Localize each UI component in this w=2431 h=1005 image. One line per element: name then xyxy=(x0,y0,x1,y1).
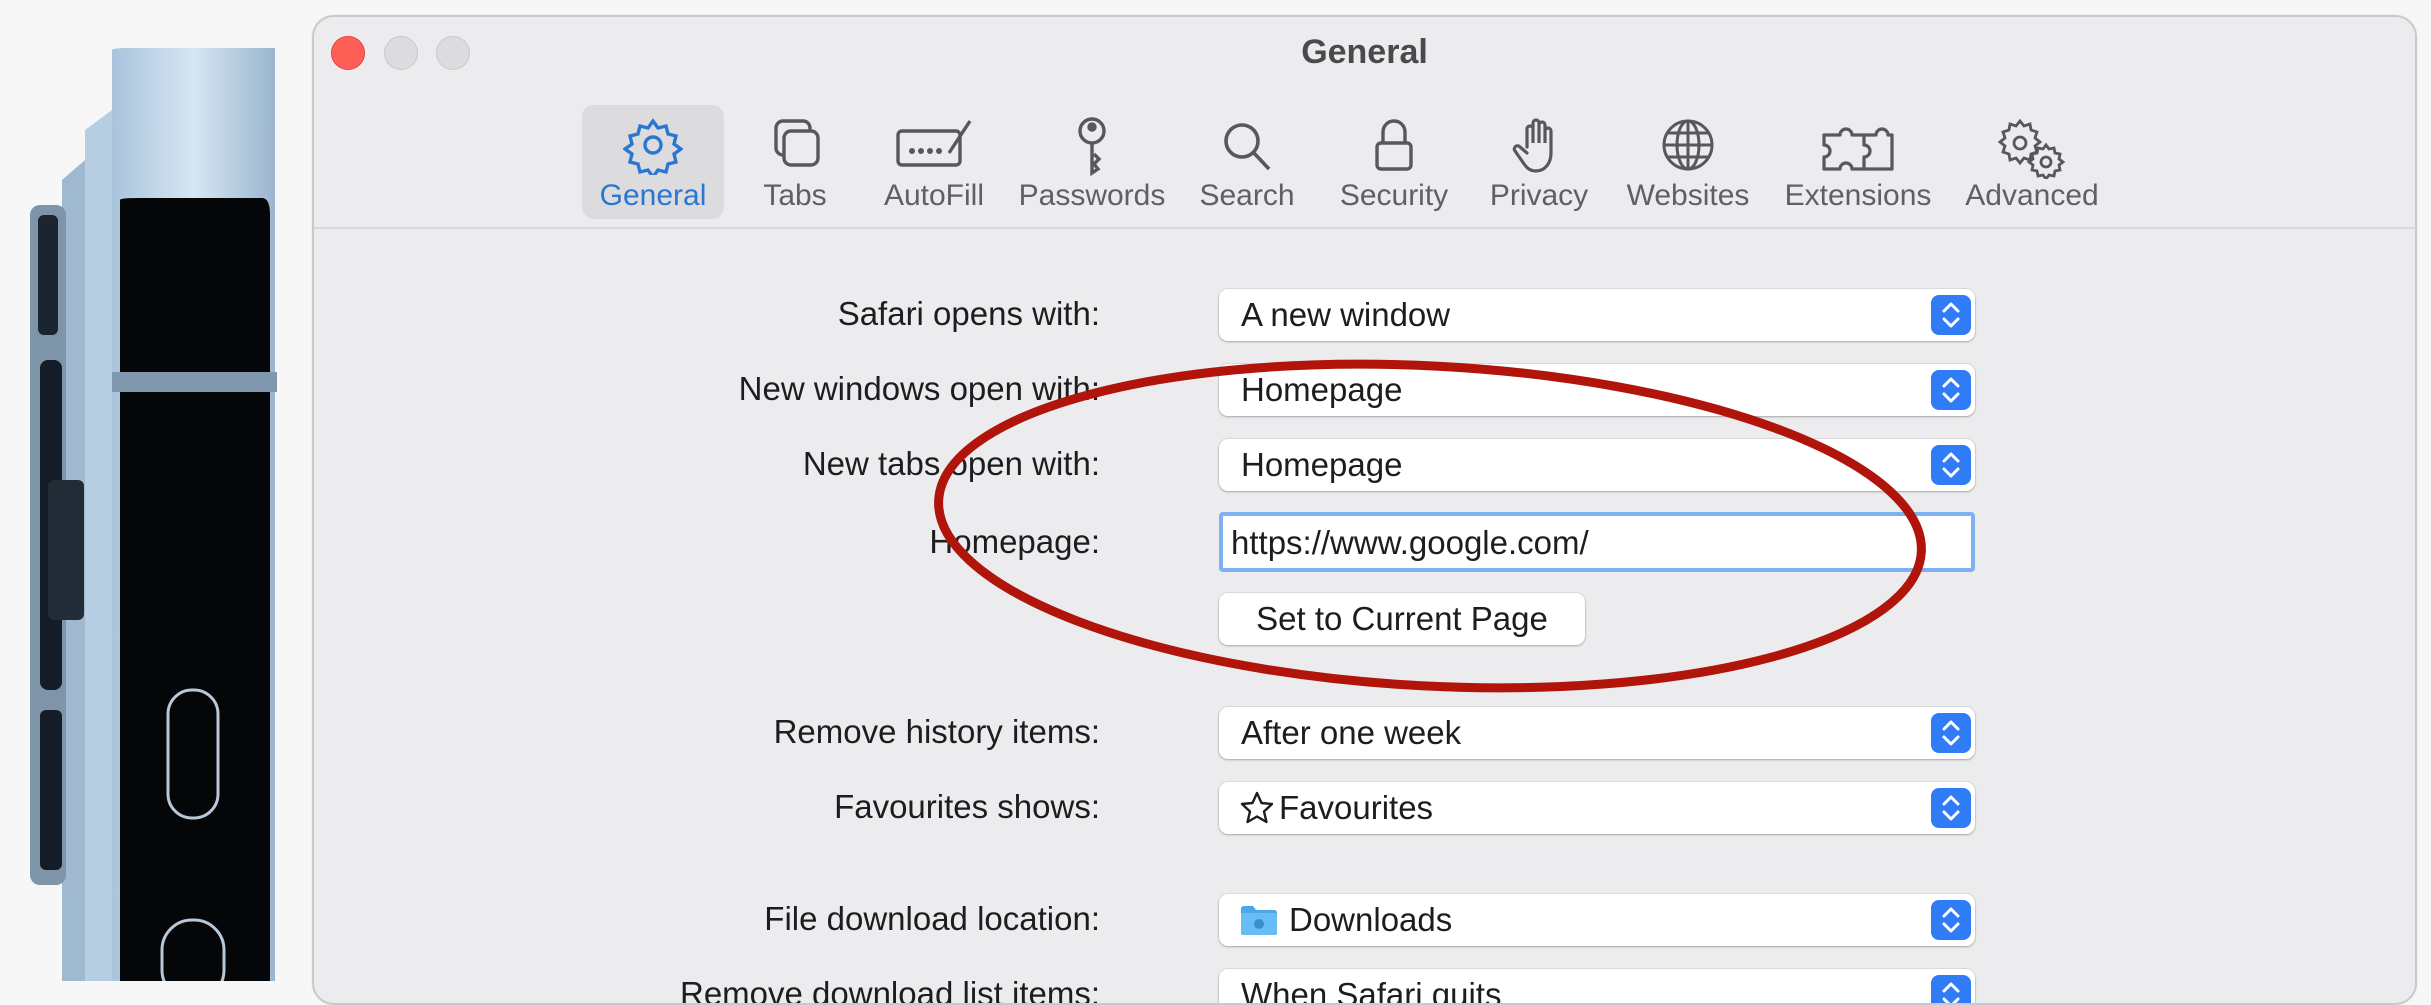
gears-icon xyxy=(1950,115,2114,181)
lock-icon xyxy=(1324,115,1464,181)
set-to-current-page-button[interactable]: Set to Current Page xyxy=(1219,593,1585,645)
tab-security[interactable]: Security xyxy=(1324,105,1464,219)
preferences-toolbar: General Tabs AutoFill Passwords Search S… xyxy=(314,89,2415,219)
remove-history-items-label: Remove history items: xyxy=(773,713,1100,750)
popup-stepper-icon xyxy=(1931,295,1971,335)
window-title: General xyxy=(1301,33,1428,71)
popup-stepper-icon xyxy=(1931,445,1971,485)
new-windows-open-with-popup[interactable]: Homepage xyxy=(1219,364,1975,416)
globe-icon xyxy=(1614,115,1762,181)
folder-icon xyxy=(1239,903,1279,945)
popup-stepper-icon xyxy=(1931,370,1971,410)
tab-label: Privacy xyxy=(1489,179,1589,212)
tab-search[interactable]: Search xyxy=(1184,105,1310,219)
tab-websites[interactable]: Websites xyxy=(1614,105,1762,219)
tab-label: Websites xyxy=(1626,179,1750,212)
general-settings-pane: Safari opens with: A new window New wind… xyxy=(314,229,2415,1005)
popup-stepper-icon xyxy=(1931,713,1971,753)
tab-label: General xyxy=(599,179,707,212)
tab-advanced[interactable]: Advanced xyxy=(1950,105,2114,219)
popup-value: Favourites xyxy=(1279,789,1434,826)
tab-label: Search xyxy=(1199,179,1295,212)
popup-stepper-icon xyxy=(1931,900,1971,940)
popup-value: After one week xyxy=(1241,714,1462,751)
star-icon xyxy=(1239,790,1275,834)
puzzle-icon xyxy=(1776,115,1940,181)
tab-label: Advanced xyxy=(1965,179,2099,212)
safari-opens-with-popup[interactable]: A new window xyxy=(1219,289,1975,341)
gear-icon xyxy=(582,115,724,181)
favourites-shows-label: Favourites shows: xyxy=(834,788,1100,825)
autofill-icon xyxy=(872,115,996,181)
hand-icon xyxy=(1476,115,1602,181)
remove-download-list-items-popup[interactable]: When Safari quits xyxy=(1219,969,1975,1005)
popup-stepper-icon xyxy=(1931,788,1971,828)
popup-value: Homepage xyxy=(1241,371,1403,408)
new-tabs-open-with-label: New tabs open with: xyxy=(802,445,1100,482)
popup-stepper-icon xyxy=(1931,975,1971,1003)
tabs-icon xyxy=(734,115,856,181)
iphone-side-illustration xyxy=(0,0,300,981)
tab-label: Security xyxy=(1339,179,1449,212)
popup-value: Homepage xyxy=(1241,446,1403,483)
tab-extensions[interactable]: Extensions xyxy=(1776,105,1940,219)
tab-label: Tabs xyxy=(763,179,827,212)
tab-general[interactable]: General xyxy=(582,105,724,219)
safari-preferences-window: General General Tabs AutoFill Passwords … xyxy=(312,15,2417,1005)
safari-opens-with-label: Safari opens with: xyxy=(837,295,1100,332)
tab-tabs[interactable]: Tabs xyxy=(734,105,856,219)
remove-history-items-popup[interactable]: After one week xyxy=(1219,707,1975,759)
tab-label: Passwords xyxy=(1018,179,1166,212)
new-tabs-open-with-popup[interactable]: Homepage xyxy=(1219,439,1975,491)
popup-value: Downloads xyxy=(1289,901,1453,938)
homepage-field[interactable]: https://www.google.com/ xyxy=(1219,512,1975,572)
file-download-location-label: File download location: xyxy=(764,900,1100,937)
tab-passwords[interactable]: Passwords xyxy=(1014,105,1170,219)
tab-label: Extensions xyxy=(1784,179,1932,212)
homepage-value: https://www.google.com/ xyxy=(1231,524,1589,561)
title-bar: General General Tabs AutoFill Passwords … xyxy=(314,17,2415,229)
magnifier-icon xyxy=(1184,115,1310,181)
remove-download-list-items-label: Remove download list items: xyxy=(679,975,1100,1005)
key-icon xyxy=(1014,115,1170,181)
homepage-label: Homepage: xyxy=(929,523,1100,560)
new-windows-open-with-label: New windows open with: xyxy=(738,370,1100,407)
tab-label: AutoFill xyxy=(883,179,985,212)
favourites-shows-popup[interactable]: Favourites xyxy=(1219,782,1975,834)
file-download-location-popup[interactable]: Downloads xyxy=(1219,894,1975,946)
tab-privacy[interactable]: Privacy xyxy=(1476,105,1602,219)
tab-autofill[interactable]: AutoFill xyxy=(872,105,996,219)
popup-value: When Safari quits xyxy=(1241,976,1502,1005)
popup-value: A new window xyxy=(1241,296,1451,333)
